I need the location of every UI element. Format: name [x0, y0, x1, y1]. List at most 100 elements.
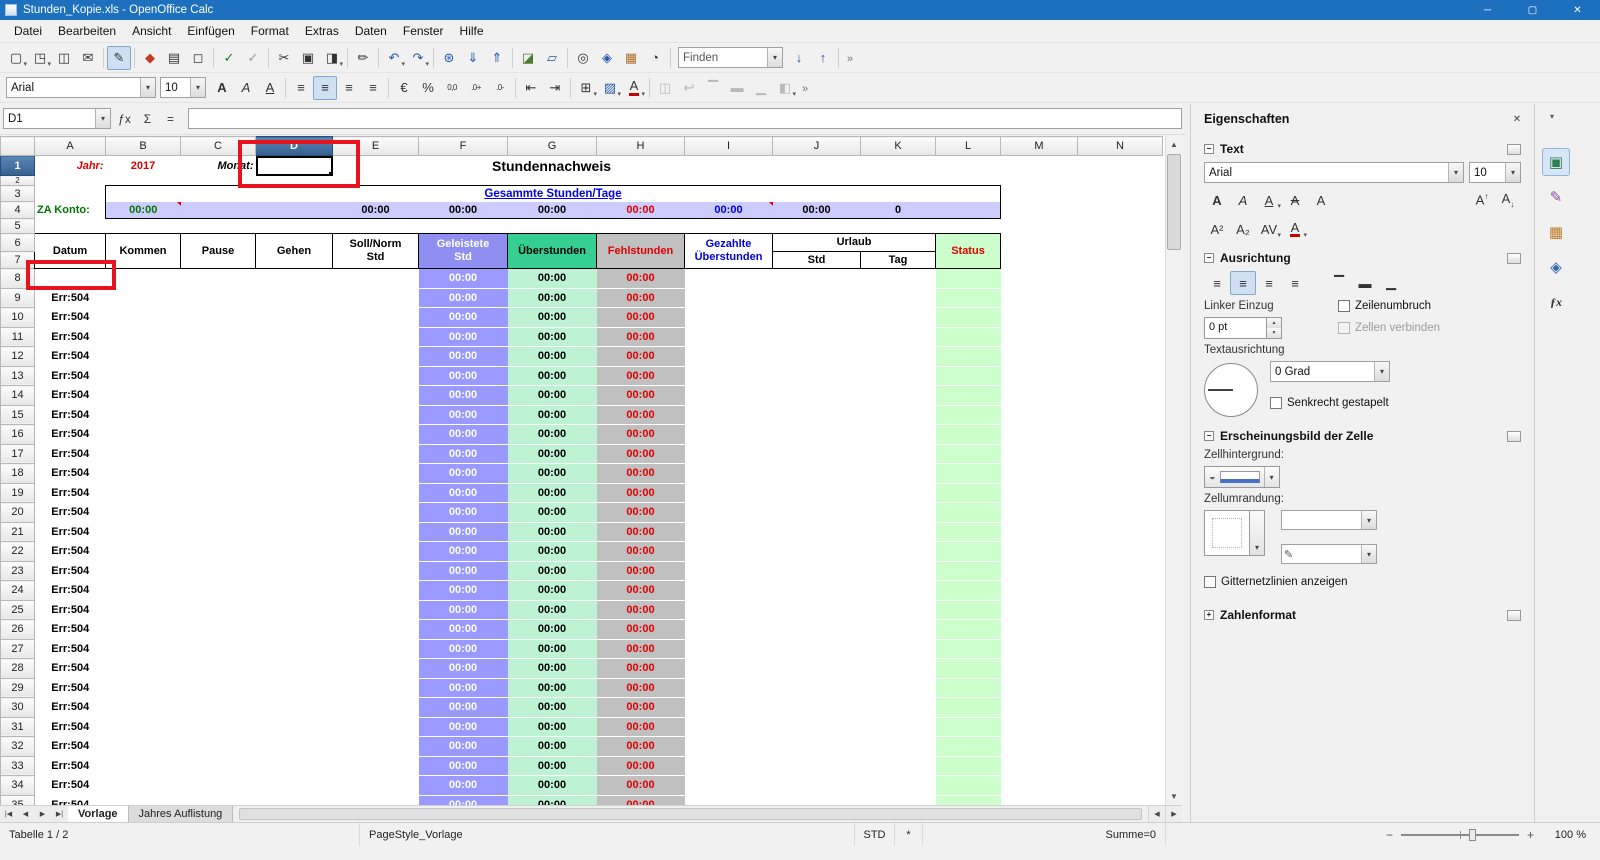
cell-E17[interactable] — [333, 444, 419, 464]
column-header-I[interactable]: I — [685, 137, 773, 156]
cell-I19[interactable] — [685, 483, 773, 503]
cell-L32[interactable] — [936, 737, 1001, 757]
expand-icon[interactable] — [1204, 610, 1214, 620]
scroll-up-icon[interactable] — [1166, 136, 1182, 153]
cell-C10[interactable] — [181, 308, 256, 328]
cell-G23[interactable]: 00:00 — [508, 561, 597, 581]
cell-L31[interactable] — [936, 717, 1001, 737]
background-color-icon[interactable]: ▨ — [598, 76, 622, 100]
cell-D21[interactable] — [256, 522, 333, 542]
cell-D30[interactable] — [256, 698, 333, 718]
bold-icon[interactable]: A — [1204, 188, 1230, 212]
cell-J12[interactable] — [773, 347, 861, 367]
cell-K27[interactable] — [861, 639, 936, 659]
cell-J16[interactable] — [773, 425, 861, 445]
cell-L10[interactable] — [936, 308, 1001, 328]
cell-H9[interactable]: 00:00 — [597, 288, 685, 308]
sidebar-menu-icon[interactable] — [1542, 109, 1562, 124]
menu-bearbeiten[interactable]: Bearbeiten — [50, 21, 124, 41]
cell-E28[interactable] — [333, 659, 419, 679]
cell-F21[interactable]: 00:00 — [419, 522, 508, 542]
function-wizard-icon[interactable]: ƒx — [113, 108, 136, 129]
cell-F35[interactable]: 00:00 — [419, 795, 508, 805]
cell-J13[interactable] — [773, 366, 861, 386]
text-panel-launcher-icon[interactable] — [1507, 144, 1521, 155]
chevron-down-icon[interactable] — [767, 48, 782, 67]
cell-L25[interactable] — [936, 600, 1001, 620]
cell-K23[interactable] — [861, 561, 936, 581]
cell-D35[interactable] — [256, 795, 333, 805]
cell-C19[interactable] — [181, 483, 256, 503]
auto-spellcheck-icon[interactable]: ✓ — [241, 46, 265, 70]
cell-J18[interactable] — [773, 464, 861, 484]
cell-E29[interactable] — [333, 678, 419, 698]
cell-G15[interactable]: 00:00 — [508, 405, 597, 425]
cell-L14[interactable] — [936, 386, 1001, 406]
alignment-panel-launcher-icon[interactable] — [1507, 253, 1521, 264]
header-urlaub[interactable]: Urlaub — [773, 234, 936, 252]
cell-I23[interactable] — [685, 561, 773, 581]
cell-I29[interactable] — [685, 678, 773, 698]
cell-B30[interactable] — [106, 698, 181, 718]
align-left-icon[interactable]: ≡ — [1204, 271, 1230, 295]
zoom-icon[interactable]: ◔ — [643, 46, 667, 70]
cells-M4-N4[interactable] — [1001, 202, 1163, 219]
row-header-25[interactable]: 25 — [1, 600, 35, 620]
horizontal-scrollbar-thumb[interactable] — [239, 808, 1142, 820]
column-header-A[interactable]: A — [35, 137, 106, 156]
last-sheet-icon[interactable] — [51, 806, 68, 822]
header-pause[interactable]: Pause — [181, 234, 256, 269]
align-top-icon[interactable]: ▔ — [1326, 271, 1352, 295]
deck-navigator-icon[interactable]: ◈ — [1542, 253, 1570, 281]
cell-D29[interactable] — [256, 678, 333, 698]
insert-chart-icon[interactable]: ◪ — [516, 46, 540, 70]
cell-N35[interactable] — [1078, 795, 1163, 805]
cell-K26[interactable] — [861, 620, 936, 640]
cell-M15[interactable] — [1001, 405, 1078, 425]
row-header-23[interactable]: 23 — [1, 561, 35, 581]
cell-E4[interactable]: 00:00 — [333, 202, 419, 219]
maximize-button[interactable]: ▢ — [1510, 0, 1555, 20]
cell-A11[interactable]: Err:504 — [35, 327, 106, 347]
cell-E26[interactable] — [333, 620, 419, 640]
decrease-indent-icon[interactable]: ⇤ — [519, 76, 543, 100]
cell-M18[interactable] — [1001, 464, 1078, 484]
cell-E21[interactable] — [333, 522, 419, 542]
cell-D19[interactable] — [256, 483, 333, 503]
font-size-combo[interactable]: 10 — [160, 77, 206, 98]
cell-N27[interactable] — [1078, 639, 1163, 659]
cell-C11[interactable] — [181, 327, 256, 347]
cell-E22[interactable] — [333, 542, 419, 562]
cell-C23[interactable] — [181, 561, 256, 581]
cell-B14[interactable] — [106, 386, 181, 406]
cell-B35[interactable] — [106, 795, 181, 805]
cell-G12[interactable]: 00:00 — [508, 347, 597, 367]
cell-A16[interactable]: Err:504 — [35, 425, 106, 445]
sum-icon[interactable]: Σ — [136, 108, 159, 129]
cell-F17[interactable]: 00:00 — [419, 444, 508, 464]
cell-G30[interactable]: 00:00 — [508, 698, 597, 718]
chevron-down-icon[interactable] — [1361, 511, 1376, 529]
cell-F22[interactable]: 00:00 — [419, 542, 508, 562]
cell-N30[interactable] — [1078, 698, 1163, 718]
font-color-icon[interactable]: A — [1282, 217, 1308, 241]
cell-E12[interactable] — [333, 347, 419, 367]
sheet-tab-jahres-auflistung[interactable]: Jahres Auflistung — [129, 806, 234, 822]
cell-H21[interactable]: 00:00 — [597, 522, 685, 542]
save-icon[interactable]: ◫ — [52, 46, 76, 70]
cell-B12[interactable] — [106, 347, 181, 367]
deck-functions-icon[interactable]: ƒx — [1542, 288, 1570, 316]
deck-gallery-icon[interactable]: ▦ — [1542, 218, 1570, 246]
cell-L27[interactable] — [936, 639, 1001, 659]
cell-D18[interactable] — [256, 464, 333, 484]
cell-H11[interactable]: 00:00 — [597, 327, 685, 347]
cell-J19[interactable] — [773, 483, 861, 503]
align-justify-icon[interactable]: ≡ — [361, 76, 385, 100]
cell-K11[interactable] — [861, 327, 936, 347]
cell-G31[interactable]: 00:00 — [508, 717, 597, 737]
close-sidebar-icon[interactable] — [1508, 111, 1526, 127]
cell-N17[interactable] — [1078, 444, 1163, 464]
cell-D12[interactable] — [256, 347, 333, 367]
cell-E18[interactable] — [333, 464, 419, 484]
cell-B13[interactable] — [106, 366, 181, 386]
